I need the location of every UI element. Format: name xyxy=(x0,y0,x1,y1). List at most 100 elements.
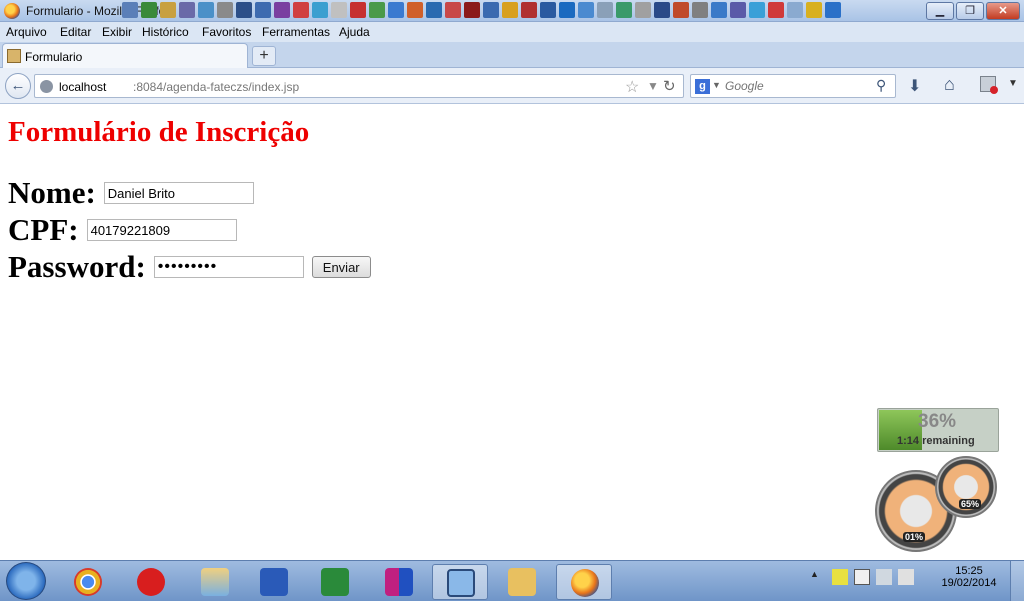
app-icon[interactable] xyxy=(255,2,271,18)
taskbar-word[interactable] xyxy=(246,564,302,600)
app-icon[interactable] xyxy=(274,2,290,18)
home-icon[interactable]: ⌂ xyxy=(944,74,955,95)
search-icon[interactable]: ⚲ xyxy=(876,77,886,94)
app-icon[interactable] xyxy=(825,2,841,18)
app-icon[interactable] xyxy=(768,2,784,18)
app-icon[interactable] xyxy=(483,2,499,18)
show-hidden-icons-icon[interactable]: ▲ xyxy=(810,569,826,585)
taskbar-claro[interactable] xyxy=(123,564,179,600)
cpf-label: CPF: xyxy=(8,212,79,247)
excel-icon xyxy=(321,568,349,596)
app-icon[interactable] xyxy=(407,2,423,18)
battery-remaining-label: remaining xyxy=(922,435,975,447)
app-icon[interactable] xyxy=(179,2,195,18)
firefox-icon xyxy=(571,569,599,597)
taskbar-winrar[interactable] xyxy=(371,564,427,600)
menu-item-historico[interactable]: Histórico xyxy=(142,25,189,39)
menu-item-exibir[interactable]: Exibir xyxy=(102,25,132,39)
app-icon[interactable] xyxy=(350,2,366,18)
app-icon[interactable] xyxy=(198,2,214,18)
back-button[interactable]: ← xyxy=(5,73,31,99)
start-button[interactable] xyxy=(6,562,46,600)
app-icon[interactable] xyxy=(597,2,613,18)
page-favicon-icon xyxy=(7,49,21,63)
pen-icon[interactable] xyxy=(832,569,848,585)
app-icon[interactable] xyxy=(730,2,746,18)
app-icon[interactable] xyxy=(122,2,138,18)
app-icon[interactable] xyxy=(502,2,518,18)
new-tab-button[interactable]: + xyxy=(252,46,276,66)
app-icon[interactable] xyxy=(464,2,480,18)
app-icon[interactable] xyxy=(654,2,670,18)
app-icon[interactable] xyxy=(635,2,651,18)
app-icon[interactable] xyxy=(445,2,461,18)
volume-muted-icon[interactable] xyxy=(898,569,914,585)
app-icon[interactable] xyxy=(787,2,803,18)
app-icon[interactable] xyxy=(217,2,233,18)
app-icon[interactable] xyxy=(141,2,157,18)
page-content: Formulário de Inscrição Nome: CPF: Passw… xyxy=(0,104,1024,560)
addon-icon[interactable] xyxy=(980,76,998,94)
download-arrow-icon[interactable]: ⬇ xyxy=(908,76,921,96)
tab-formulario[interactable]: Formulario xyxy=(2,43,248,68)
app-icon[interactable] xyxy=(312,2,328,18)
menu-item-favoritos[interactable]: Favoritos xyxy=(202,25,251,39)
taskbar-excel[interactable] xyxy=(307,564,363,600)
maximize-button[interactable]: ❐ xyxy=(956,2,984,20)
app-icon[interactable] xyxy=(331,2,347,18)
nome-field[interactable] xyxy=(103,182,254,204)
url-bar[interactable]: localhost :8084/agenda-fateczs/index.jsp… xyxy=(34,74,684,98)
app-icon[interactable] xyxy=(369,2,385,18)
battery-gadget[interactable]: 36% 1:14 remaining xyxy=(877,408,999,452)
reload-icon[interactable]: ↻ xyxy=(663,77,676,95)
taskbar-firefox[interactable] xyxy=(556,564,612,600)
engine-dropdown-icon[interactable]: ▼ xyxy=(712,80,721,90)
history-dropdown-icon[interactable]: ▼ xyxy=(647,79,659,93)
app-icon[interactable] xyxy=(673,2,689,18)
menu-item-editar[interactable]: Editar xyxy=(60,25,91,39)
menu-item-ferramentas[interactable]: Ferramentas xyxy=(262,25,330,39)
cpf-field[interactable] xyxy=(86,219,237,241)
system-meter-gadget[interactable]: 01% 65% xyxy=(873,456,1001,556)
taskbar-chrome[interactable] xyxy=(60,564,116,600)
menu-item-arquivo[interactable]: Arquivo xyxy=(6,25,47,39)
app-icon[interactable] xyxy=(160,2,176,18)
app-icon[interactable] xyxy=(806,2,822,18)
clock-time: 15:25 xyxy=(955,565,983,577)
search-bar[interactable]: g ▼ ⚲ xyxy=(690,74,896,98)
navigation-bar: ← localhost :8084/agenda-fateczs/index.j… xyxy=(0,68,1024,104)
taskbar-virtualbox[interactable] xyxy=(432,564,488,600)
app-icon[interactable] xyxy=(521,2,537,18)
app-icon[interactable] xyxy=(540,2,556,18)
app-icon[interactable] xyxy=(293,2,309,18)
network-icon[interactable] xyxy=(876,569,892,585)
app-icon[interactable] xyxy=(578,2,594,18)
search-input[interactable] xyxy=(725,78,865,94)
app-icon[interactable] xyxy=(711,2,727,18)
app-icon[interactable] xyxy=(749,2,765,18)
app-icon[interactable] xyxy=(236,2,252,18)
chrome-icon xyxy=(74,568,102,596)
taskbar-photo-viewer[interactable] xyxy=(187,564,243,600)
app-icon[interactable] xyxy=(692,2,708,18)
app-icon[interactable] xyxy=(559,2,575,18)
app-icon[interactable] xyxy=(388,2,404,18)
google-engine-icon[interactable]: g xyxy=(695,79,710,94)
app-icon[interactable] xyxy=(616,2,632,18)
chevron-down-icon[interactable]: ▼ xyxy=(1008,78,1018,89)
bookmark-star-icon[interactable]: ☆ xyxy=(625,77,639,97)
password-field[interactable] xyxy=(153,256,304,278)
battery-icon[interactable] xyxy=(854,569,870,585)
taskbar-explorer[interactable] xyxy=(494,564,550,600)
form-title: Formulário de Inscrição xyxy=(8,116,310,148)
menu-item-ajuda[interactable]: Ajuda xyxy=(339,25,370,39)
minimize-button[interactable]: ▁ xyxy=(926,2,954,20)
battery-remaining: 1:14 remaining xyxy=(897,435,975,447)
show-desktop-button[interactable] xyxy=(1010,561,1024,601)
password-row: Password: Enviar xyxy=(8,249,371,285)
close-button[interactable]: ✕ xyxy=(986,2,1020,20)
app-icon[interactable] xyxy=(426,2,442,18)
menu-bar: Arquivo Editar Exibir Histórico Favorito… xyxy=(0,22,1024,42)
enviar-button[interactable]: Enviar xyxy=(311,256,371,278)
clock[interactable]: 15:25 19/02/2014 xyxy=(938,565,1000,589)
